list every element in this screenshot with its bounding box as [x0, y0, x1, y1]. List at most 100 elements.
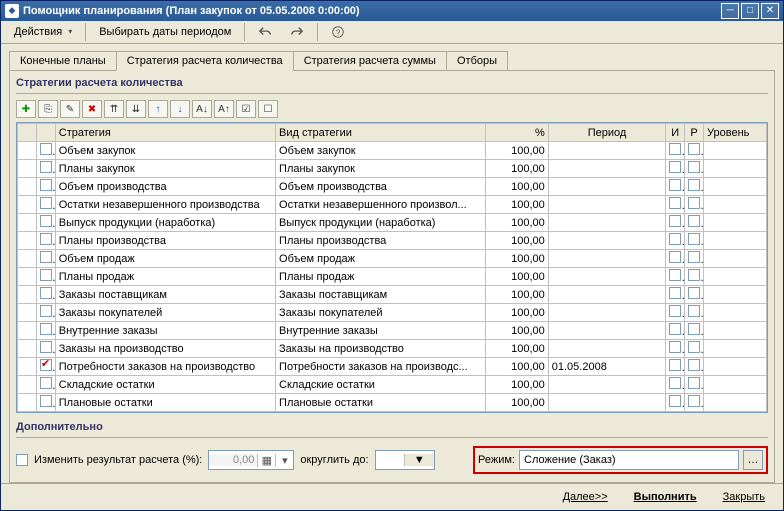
tab-sum-strategy[interactable]: Стратегия расчета суммы	[293, 51, 447, 71]
col-level[interactable]: Уровень	[704, 124, 767, 142]
cell-p[interactable]	[685, 232, 704, 250]
maximize-button[interactable]: □	[741, 3, 759, 19]
cell-i[interactable]	[666, 394, 685, 412]
move-up-icon[interactable]: ↑	[148, 100, 168, 118]
table-row[interactable]: Плановые остаткиПлановые остатки100,00	[18, 394, 767, 412]
cell-p[interactable]	[685, 304, 704, 322]
table-row[interactable]: Планы производстваПланы производства100,…	[18, 232, 767, 250]
cell-p[interactable]	[685, 268, 704, 286]
row-checkbox[interactable]	[36, 304, 55, 322]
cell-i[interactable]	[666, 376, 685, 394]
table-row[interactable]: Объем закупокОбъем закупок100,00	[18, 142, 767, 160]
close-button[interactable]: Закрыть	[715, 488, 773, 506]
row-checkbox[interactable]	[36, 160, 55, 178]
row-checkbox[interactable]	[36, 142, 55, 160]
cell-i[interactable]	[666, 250, 685, 268]
move-down-icon[interactable]: ↓	[170, 100, 190, 118]
table-row[interactable]: Объем продажОбъем продаж100,00	[18, 250, 767, 268]
cell-p[interactable]	[685, 358, 704, 376]
cell-p[interactable]	[685, 250, 704, 268]
uncheck-all-icon[interactable]: ☐	[258, 100, 278, 118]
row-checkbox[interactable]	[36, 358, 55, 376]
cell-i[interactable]	[666, 286, 685, 304]
col-i[interactable]: И	[666, 124, 685, 142]
minimize-button[interactable]: ─	[721, 3, 739, 19]
table-row[interactable]: Остатки незавершенного производстваОстат…	[18, 196, 767, 214]
row-checkbox[interactable]	[36, 322, 55, 340]
cell-p[interactable]	[685, 160, 704, 178]
tab-final-plans[interactable]: Конечные планы	[9, 51, 117, 71]
move-bottom-icon[interactable]: ⇊	[126, 100, 146, 118]
col-pct[interactable]: %	[485, 124, 548, 142]
cell-p[interactable]	[685, 142, 704, 160]
table-row[interactable]: Внутренние заказыВнутренние заказы100,00	[18, 322, 767, 340]
mode-ellipsis-button[interactable]: …	[743, 450, 763, 470]
cell-i[interactable]	[666, 196, 685, 214]
row-checkbox[interactable]	[36, 268, 55, 286]
edit-row-icon[interactable]: ✎	[60, 100, 80, 118]
change-result-checkbox[interactable]	[16, 454, 28, 466]
tab-qty-strategy[interactable]: Стратегия расчета количества	[116, 51, 294, 71]
col-strategy[interactable]: Стратегия	[55, 124, 275, 142]
cell-p[interactable]	[685, 214, 704, 232]
cell-i[interactable]	[666, 232, 685, 250]
next-button[interactable]: Далее>>	[555, 488, 616, 506]
cell-p[interactable]	[685, 322, 704, 340]
sort-desc-icon[interactable]: A↑	[214, 100, 234, 118]
cell-p[interactable]	[685, 178, 704, 196]
table-row[interactable]: Заказы покупателейЗаказы покупателей100,…	[18, 304, 767, 322]
row-checkbox[interactable]	[36, 196, 55, 214]
table-row[interactable]: Планы продажПланы продаж100,00	[18, 268, 767, 286]
col-type[interactable]: Вид стратегии	[276, 124, 486, 142]
check-all-icon[interactable]: ☑	[236, 100, 256, 118]
row-checkbox[interactable]	[36, 178, 55, 196]
move-top-icon[interactable]: ⇈	[104, 100, 124, 118]
sort-asc-icon[interactable]: A↓	[192, 100, 212, 118]
row-checkbox[interactable]	[36, 250, 55, 268]
cell-p[interactable]	[685, 376, 704, 394]
table-row[interactable]: Заказы поставщикамЗаказы поставщикам100,…	[18, 286, 767, 304]
strategy-grid[interactable]: Стратегия Вид стратегии % Период И Р Уро…	[16, 122, 768, 413]
add-row-icon[interactable]: ✚	[16, 100, 36, 118]
delete-row-icon[interactable]: ✖	[82, 100, 102, 118]
cell-p[interactable]	[685, 340, 704, 358]
spin-icon[interactable]: ▾	[275, 454, 293, 467]
cell-p[interactable]	[685, 286, 704, 304]
actions-menu[interactable]: Действия	[7, 23, 79, 41]
tab-filters[interactable]: Отборы	[446, 51, 508, 71]
pick-dates-button[interactable]: Выбирать даты периодом	[92, 23, 238, 41]
table-row[interactable]: Складские остаткиСкладские остатки100,00	[18, 376, 767, 394]
row-checkbox[interactable]	[36, 214, 55, 232]
cell-i[interactable]	[666, 322, 685, 340]
cell-i[interactable]	[666, 178, 685, 196]
help-icon[interactable]: ?	[324, 22, 352, 42]
row-checkbox[interactable]	[36, 394, 55, 412]
col-period[interactable]: Период	[548, 124, 665, 142]
table-row[interactable]: Потребности заказов на производствоПотре…	[18, 358, 767, 376]
close-window-button[interactable]: ✕	[761, 3, 779, 19]
change-result-field[interactable]: ▦ ▾	[208, 450, 294, 470]
redo-icon[interactable]	[283, 22, 311, 42]
change-result-input[interactable]	[209, 454, 257, 466]
table-row[interactable]: Заказы на производствоЗаказы на производ…	[18, 340, 767, 358]
row-checkbox[interactable]	[36, 232, 55, 250]
row-checkbox[interactable]	[36, 340, 55, 358]
clear-icon[interactable]: ▦	[257, 454, 275, 467]
col-p[interactable]: Р	[685, 124, 704, 142]
undo-icon[interactable]	[251, 22, 279, 42]
table-row[interactable]: Объем производстваОбъем производства100,…	[18, 178, 767, 196]
cell-p[interactable]	[685, 394, 704, 412]
copy-row-icon[interactable]: ⎘	[38, 100, 58, 118]
table-row[interactable]: Выпуск продукции (наработка)Выпуск проду…	[18, 214, 767, 232]
row-checkbox[interactable]	[36, 376, 55, 394]
row-checkbox[interactable]	[36, 286, 55, 304]
cell-p[interactable]	[685, 196, 704, 214]
mode-combo[interactable]: Сложение (Заказ)	[519, 450, 739, 470]
table-row[interactable]: Планы закупокПланы закупок100,00	[18, 160, 767, 178]
chevron-down-icon[interactable]: ▼	[404, 454, 434, 466]
cell-i[interactable]	[666, 304, 685, 322]
cell-i[interactable]	[666, 214, 685, 232]
cell-i[interactable]	[666, 160, 685, 178]
cell-i[interactable]	[666, 358, 685, 376]
run-button[interactable]: Выполнить	[626, 488, 705, 506]
